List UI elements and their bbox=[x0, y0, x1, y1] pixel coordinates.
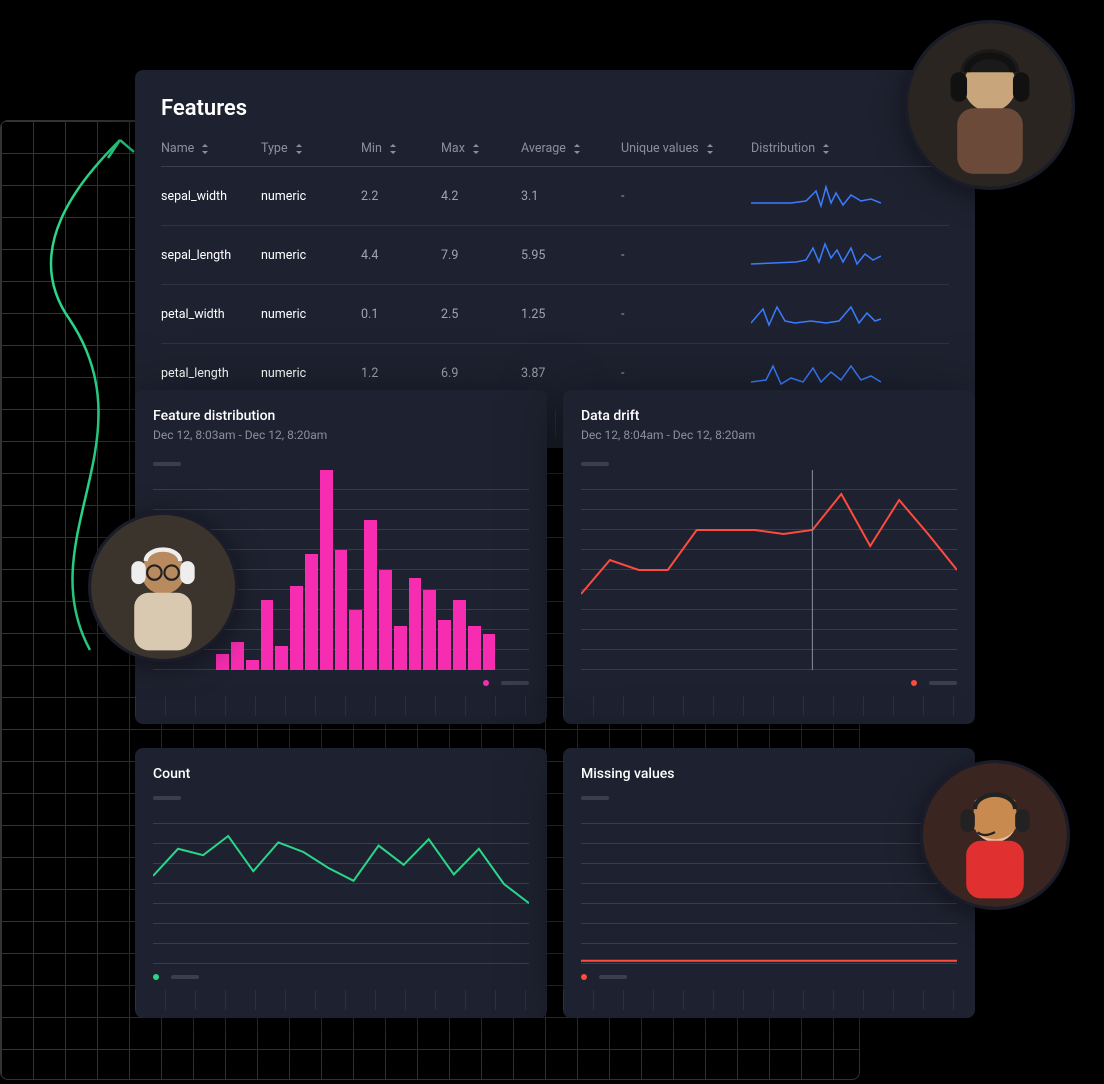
cell-name: petal_length bbox=[161, 366, 261, 381]
col-average[interactable]: Average bbox=[521, 141, 621, 156]
mini-panels-row-2: Count Missing values bbox=[135, 748, 975, 1018]
chart-title: Missing values bbox=[581, 766, 957, 782]
cell-min: 4.4 bbox=[361, 248, 441, 263]
cell-max: 6.9 bbox=[441, 366, 521, 381]
cell-max: 7.9 bbox=[441, 248, 521, 263]
cell-type: numeric bbox=[261, 189, 361, 204]
avatar bbox=[905, 20, 1075, 190]
avatar bbox=[88, 512, 238, 662]
tick-ruler bbox=[135, 696, 547, 716]
col-unique[interactable]: Unique values bbox=[621, 141, 751, 156]
data-drift-panel: Data drift Dec 12, 8:04am - Dec 12, 8:20… bbox=[563, 390, 975, 724]
tick-ruler bbox=[563, 696, 975, 716]
legend-placeholder bbox=[581, 462, 609, 466]
cell-type: numeric bbox=[261, 248, 361, 263]
chart-subtitle: Dec 12, 8:04am - Dec 12, 8:20am bbox=[581, 428, 957, 442]
table-row[interactable]: petal_width numeric 0.1 2.5 1.25 - bbox=[161, 285, 949, 344]
sort-icon bbox=[294, 144, 304, 154]
legend bbox=[153, 670, 529, 690]
mini-panels-row-1: Feature distribution Dec 12, 8:03am - De… bbox=[135, 390, 975, 724]
legend-dot-icon bbox=[581, 974, 587, 980]
sparkline bbox=[751, 240, 881, 270]
sparkline bbox=[751, 181, 881, 211]
line-chart bbox=[581, 470, 957, 670]
col-name[interactable]: Name bbox=[161, 141, 261, 156]
sparkline bbox=[751, 358, 881, 388]
cell-name: petal_width bbox=[161, 307, 261, 322]
sort-icon bbox=[200, 144, 210, 154]
legend bbox=[153, 964, 529, 984]
sort-icon bbox=[388, 144, 398, 154]
tick-ruler bbox=[563, 990, 975, 1010]
sparkline bbox=[751, 299, 881, 329]
avatar bbox=[920, 760, 1070, 910]
chart-title: Data drift bbox=[581, 408, 957, 424]
cell-avg: 3.87 bbox=[521, 366, 621, 381]
sort-icon bbox=[705, 144, 715, 154]
count-panel: Count bbox=[135, 748, 547, 1018]
chart-title: Feature distribution bbox=[153, 408, 529, 424]
table-row[interactable]: sepal_width numeric 2.2 4.2 3.1 - bbox=[161, 167, 949, 226]
cell-avg: 3.1 bbox=[521, 189, 621, 204]
cell-type: numeric bbox=[261, 366, 361, 381]
legend-placeholder bbox=[581, 796, 609, 800]
line-chart bbox=[153, 804, 529, 964]
cell-min: 0.1 bbox=[361, 307, 441, 322]
tick-ruler bbox=[135, 990, 547, 1010]
table-row[interactable]: sepal_length numeric 4.4 7.9 5.95 - bbox=[161, 226, 949, 285]
legend-bar bbox=[171, 975, 199, 979]
panel-title: Features bbox=[161, 96, 949, 121]
cell-max: 4.2 bbox=[441, 189, 521, 204]
sort-icon bbox=[572, 144, 582, 154]
cell-name: sepal_width bbox=[161, 189, 261, 204]
legend-bar bbox=[929, 681, 957, 685]
cell-avg: 5.95 bbox=[521, 248, 621, 263]
table-header: Name Type Min Max Average Unique values … bbox=[161, 139, 949, 167]
col-min[interactable]: Min bbox=[361, 141, 441, 156]
legend-dot-icon bbox=[153, 974, 159, 980]
legend-bar bbox=[501, 681, 529, 685]
features-table: Name Type Min Max Average Unique values … bbox=[161, 139, 949, 402]
cell-unique: - bbox=[621, 307, 751, 322]
legend-bar bbox=[599, 975, 627, 979]
legend-placeholder bbox=[153, 462, 181, 466]
legend-dot-icon bbox=[911, 680, 917, 686]
missing-values-panel: Missing values bbox=[563, 748, 975, 1018]
cell-min: 2.2 bbox=[361, 189, 441, 204]
cell-max: 2.5 bbox=[441, 307, 521, 322]
legend-dot-icon bbox=[483, 680, 489, 686]
cell-unique: - bbox=[621, 189, 751, 204]
line-chart bbox=[581, 804, 957, 964]
cell-type: numeric bbox=[261, 307, 361, 322]
legend bbox=[581, 670, 957, 690]
legend-placeholder bbox=[153, 796, 181, 800]
chart-title: Count bbox=[153, 766, 529, 782]
cell-name: sepal_length bbox=[161, 248, 261, 263]
sort-icon bbox=[471, 144, 481, 154]
legend bbox=[581, 964, 957, 984]
sort-icon bbox=[821, 144, 831, 154]
chart-subtitle: Dec 12, 8:03am - Dec 12, 8:20am bbox=[153, 428, 529, 442]
cell-min: 1.2 bbox=[361, 366, 441, 381]
col-type[interactable]: Type bbox=[261, 141, 361, 156]
cell-unique: - bbox=[621, 248, 751, 263]
cell-avg: 1.25 bbox=[521, 307, 621, 322]
cell-unique: - bbox=[621, 366, 751, 381]
col-max[interactable]: Max bbox=[441, 141, 521, 156]
